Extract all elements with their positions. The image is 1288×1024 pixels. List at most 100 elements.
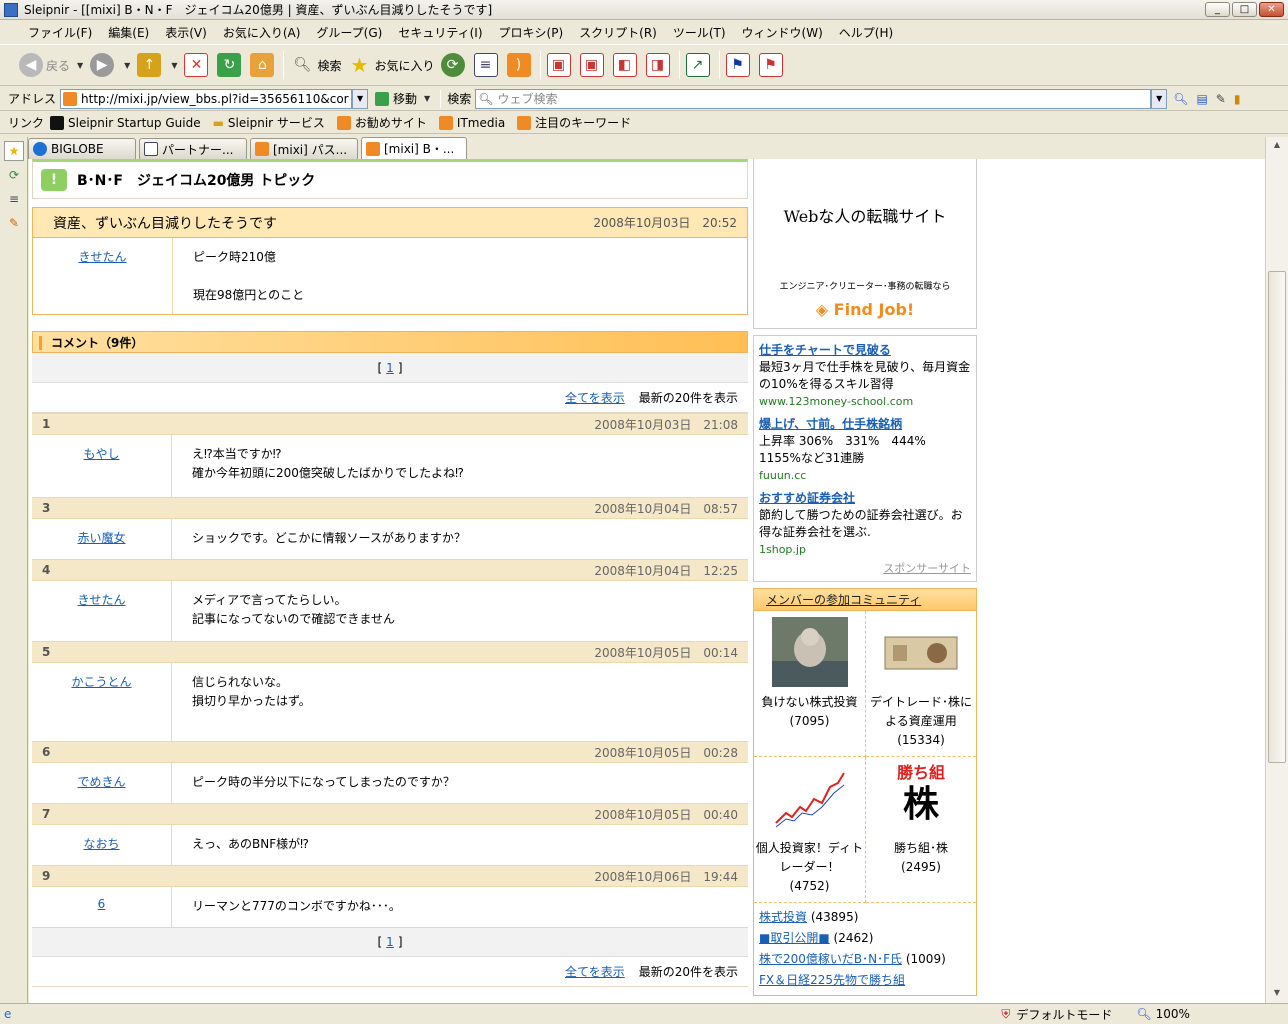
community-link[interactable]: 株式投資 (759, 910, 807, 924)
community-card[interactable]: 個人投資家！ディトレーダー！ (4752) (754, 757, 866, 903)
sponsored-url[interactable]: 1shop.jp (759, 541, 971, 558)
comment-line: ピーク時の半分以下になってしまったのですか？ (192, 775, 455, 789)
community-link[interactable]: ■取引公開■ (759, 931, 830, 945)
up-button[interactable]: ↑ (134, 49, 167, 81)
comment-body: メディアで言ってたらしい。 記事になってないので確認できません (172, 581, 748, 641)
sponsored-title[interactable]: おすすめ証券会社 (759, 490, 971, 507)
url-input[interactable]: http://mixi.jp/view_bbs.pl?id=35656110&c… (60, 88, 353, 109)
show-all-link[interactable]: 全てを表示 (565, 963, 625, 980)
scrollbar-thumb[interactable] (1268, 271, 1286, 763)
side-tree-icon[interactable]: ≡ (4, 189, 24, 209)
side-memo-icon[interactable]: ✎ (4, 213, 24, 233)
comment-author-link[interactable]: もやし (83, 447, 119, 461)
community-card[interactable]: 勝ち組 株 勝ち組･株 (2495) (866, 757, 976, 903)
community-card[interactable]: デイトレード･株による資産運用 (15334) (866, 611, 976, 757)
security-mode-label[interactable]: デフォルトモード (1016, 1006, 1136, 1023)
minimize-button[interactable]: _ (1205, 2, 1230, 17)
comment-author-link[interactable]: 赤い魔女 (77, 531, 125, 545)
menu-edit[interactable]: 編集(E) (100, 24, 157, 41)
menu-file[interactable]: ファイル(F) (20, 24, 100, 41)
community-link[interactable]: 株で200億稼いだB･N･F氏 (759, 952, 902, 966)
web-search-input[interactable]: 🔍︎ ウェブ検索 (475, 88, 1152, 109)
scroll-up-arrow-icon[interactable]: ▲ (1268, 137, 1286, 153)
search-dropdown-icon[interactable]: ▼ (1151, 88, 1168, 109)
community-name: 勝ち組･株 (893, 841, 948, 855)
comment-header: 6 2008年10月05日 00:28 (32, 741, 748, 763)
translate2-button[interactable]: ⚑ (756, 49, 789, 81)
go-dropdown-icon[interactable]: ▼ (424, 94, 430, 103)
back-dropdown-icon[interactable]: ▼ (77, 61, 83, 70)
sponsored-title[interactable]: 仕手をチャートで見破る (759, 342, 971, 359)
home-button[interactable]: ⌂ (247, 49, 280, 81)
close-left-icon: ◧ (612, 53, 637, 77)
close-tab-button[interactable]: ▣ (544, 49, 577, 81)
sponsored-url[interactable]: fuuun.cc (759, 467, 971, 484)
comment-author-link[interactable]: なおち (83, 837, 119, 851)
communities-header[interactable]: メンバーの参加コミュニティ (754, 589, 976, 611)
zoom-level[interactable]: 100% (1156, 1007, 1190, 1021)
vertical-scrollbar[interactable]: ▲ ▼ (1265, 137, 1288, 1003)
findjob-ad[interactable]: Webな人の転職サイト エンジニア･クリエーター･事務の転職なら ◈ Find … (753, 159, 977, 329)
comment-author-link[interactable]: かこうとん (71, 675, 131, 689)
comment-author-link[interactable]: でめきん (77, 775, 125, 789)
post-author-link[interactable]: きせたん (78, 250, 126, 264)
show-all-link[interactable]: 全てを表示 (565, 389, 625, 406)
side-favorites-star-icon[interactable]: ★ (4, 141, 24, 161)
menu-favorites[interactable]: お気に入り(A) (215, 24, 309, 41)
menu-view[interactable]: 表示(V) (157, 24, 215, 41)
close-others-button[interactable]: ▣ (577, 49, 610, 81)
comment-author-link[interactable]: 6 (98, 897, 106, 911)
menu-help[interactable]: ヘルプ(H) (831, 24, 901, 41)
stop-button[interactable]: ✕ (181, 49, 214, 81)
sponsor-footer[interactable]: スポンサーサイト (759, 560, 971, 577)
history-button[interactable]: ⟳ (438, 49, 471, 81)
link-itmedia[interactable]: ITmedia (438, 115, 505, 130)
comment-number: 4 (42, 563, 51, 577)
menu-proxy[interactable]: プロキシ(P) (491, 24, 572, 41)
tab-mixi-bnf[interactable]: [mixi] B・... (361, 137, 467, 159)
maximize-button[interactable]: □ (1232, 2, 1257, 17)
close-left-button[interactable]: ◧ (610, 49, 643, 81)
favorites-button[interactable]: ★ お気に入り (345, 49, 438, 81)
community-link[interactable]: FX＆日経225先物で勝ち組 (759, 973, 905, 987)
tab-biglobe[interactable]: BIGLOBE (28, 138, 136, 159)
up-dropdown-icon[interactable]: ▼ (171, 61, 177, 70)
window-button[interactable]: ↗ (683, 49, 716, 81)
side-history-icon[interactable]: ⟳ (4, 165, 24, 185)
reload-button[interactable]: ↻ (214, 49, 247, 81)
comment-author-link[interactable]: きせたん (77, 593, 125, 607)
menu-window[interactable]: ウィンドウ(W) (734, 24, 831, 41)
translate-button[interactable]: ⚑ (723, 49, 756, 81)
search-button[interactable]: 🔍︎ 検索 (287, 49, 344, 81)
search-page-icon[interactable]: ▤ (1196, 92, 1207, 106)
rss-icon (336, 115, 351, 130)
extra-icon[interactable]: ▮ (1234, 92, 1241, 106)
forward-button[interactable]: ▶ (87, 49, 120, 81)
rss-button[interactable]: ) (504, 49, 537, 81)
sponsored-title[interactable]: 爆上げ、寸前。仕手株銘柄 (759, 416, 971, 433)
tree-button[interactable]: ≡ (471, 49, 504, 81)
go-button[interactable]: 移動 (372, 88, 420, 110)
menu-script[interactable]: スクリプト(R) (571, 24, 665, 41)
menu-tools[interactable]: ツール(T) (665, 24, 734, 41)
link-startup-guide[interactable]: Sleipnir Startup Guide (50, 115, 201, 130)
url-dropdown-icon[interactable]: ▼ (352, 88, 369, 109)
menu-security[interactable]: セキュリティ(I) (390, 24, 490, 41)
menu-group[interactable]: グループ(G) (308, 24, 390, 41)
forward-dropdown-icon[interactable]: ▼ (124, 61, 130, 70)
close-right-button[interactable]: ◨ (643, 49, 676, 81)
link-recommended[interactable]: お勧めサイト (336, 114, 427, 131)
link-sleipnir-service[interactable]: ▬ Sleipnir サービス (213, 114, 325, 131)
close-button[interactable]: ✕ (1259, 2, 1284, 17)
community-card[interactable]: 負けない株式投資 (7095) (754, 611, 866, 757)
tab-partner[interactable]: パートナー... (139, 138, 247, 159)
highlight-icon[interactable]: ✎ (1216, 92, 1226, 106)
link-keywords[interactable]: 注目のキーワード (517, 114, 631, 131)
sponsored-url[interactable]: www.123money-school.com (759, 393, 971, 410)
search-go-icon[interactable]: 🔍︎ (1173, 92, 1188, 106)
page-link[interactable]: 1 (386, 935, 394, 949)
scroll-down-arrow-icon[interactable]: ▼ (1268, 985, 1286, 1001)
back-button[interactable]: ◀ 戻る (16, 49, 73, 81)
tab-mixi-pass[interactable]: [mixi] パス... (250, 138, 358, 159)
page-link[interactable]: 1 (386, 361, 394, 375)
